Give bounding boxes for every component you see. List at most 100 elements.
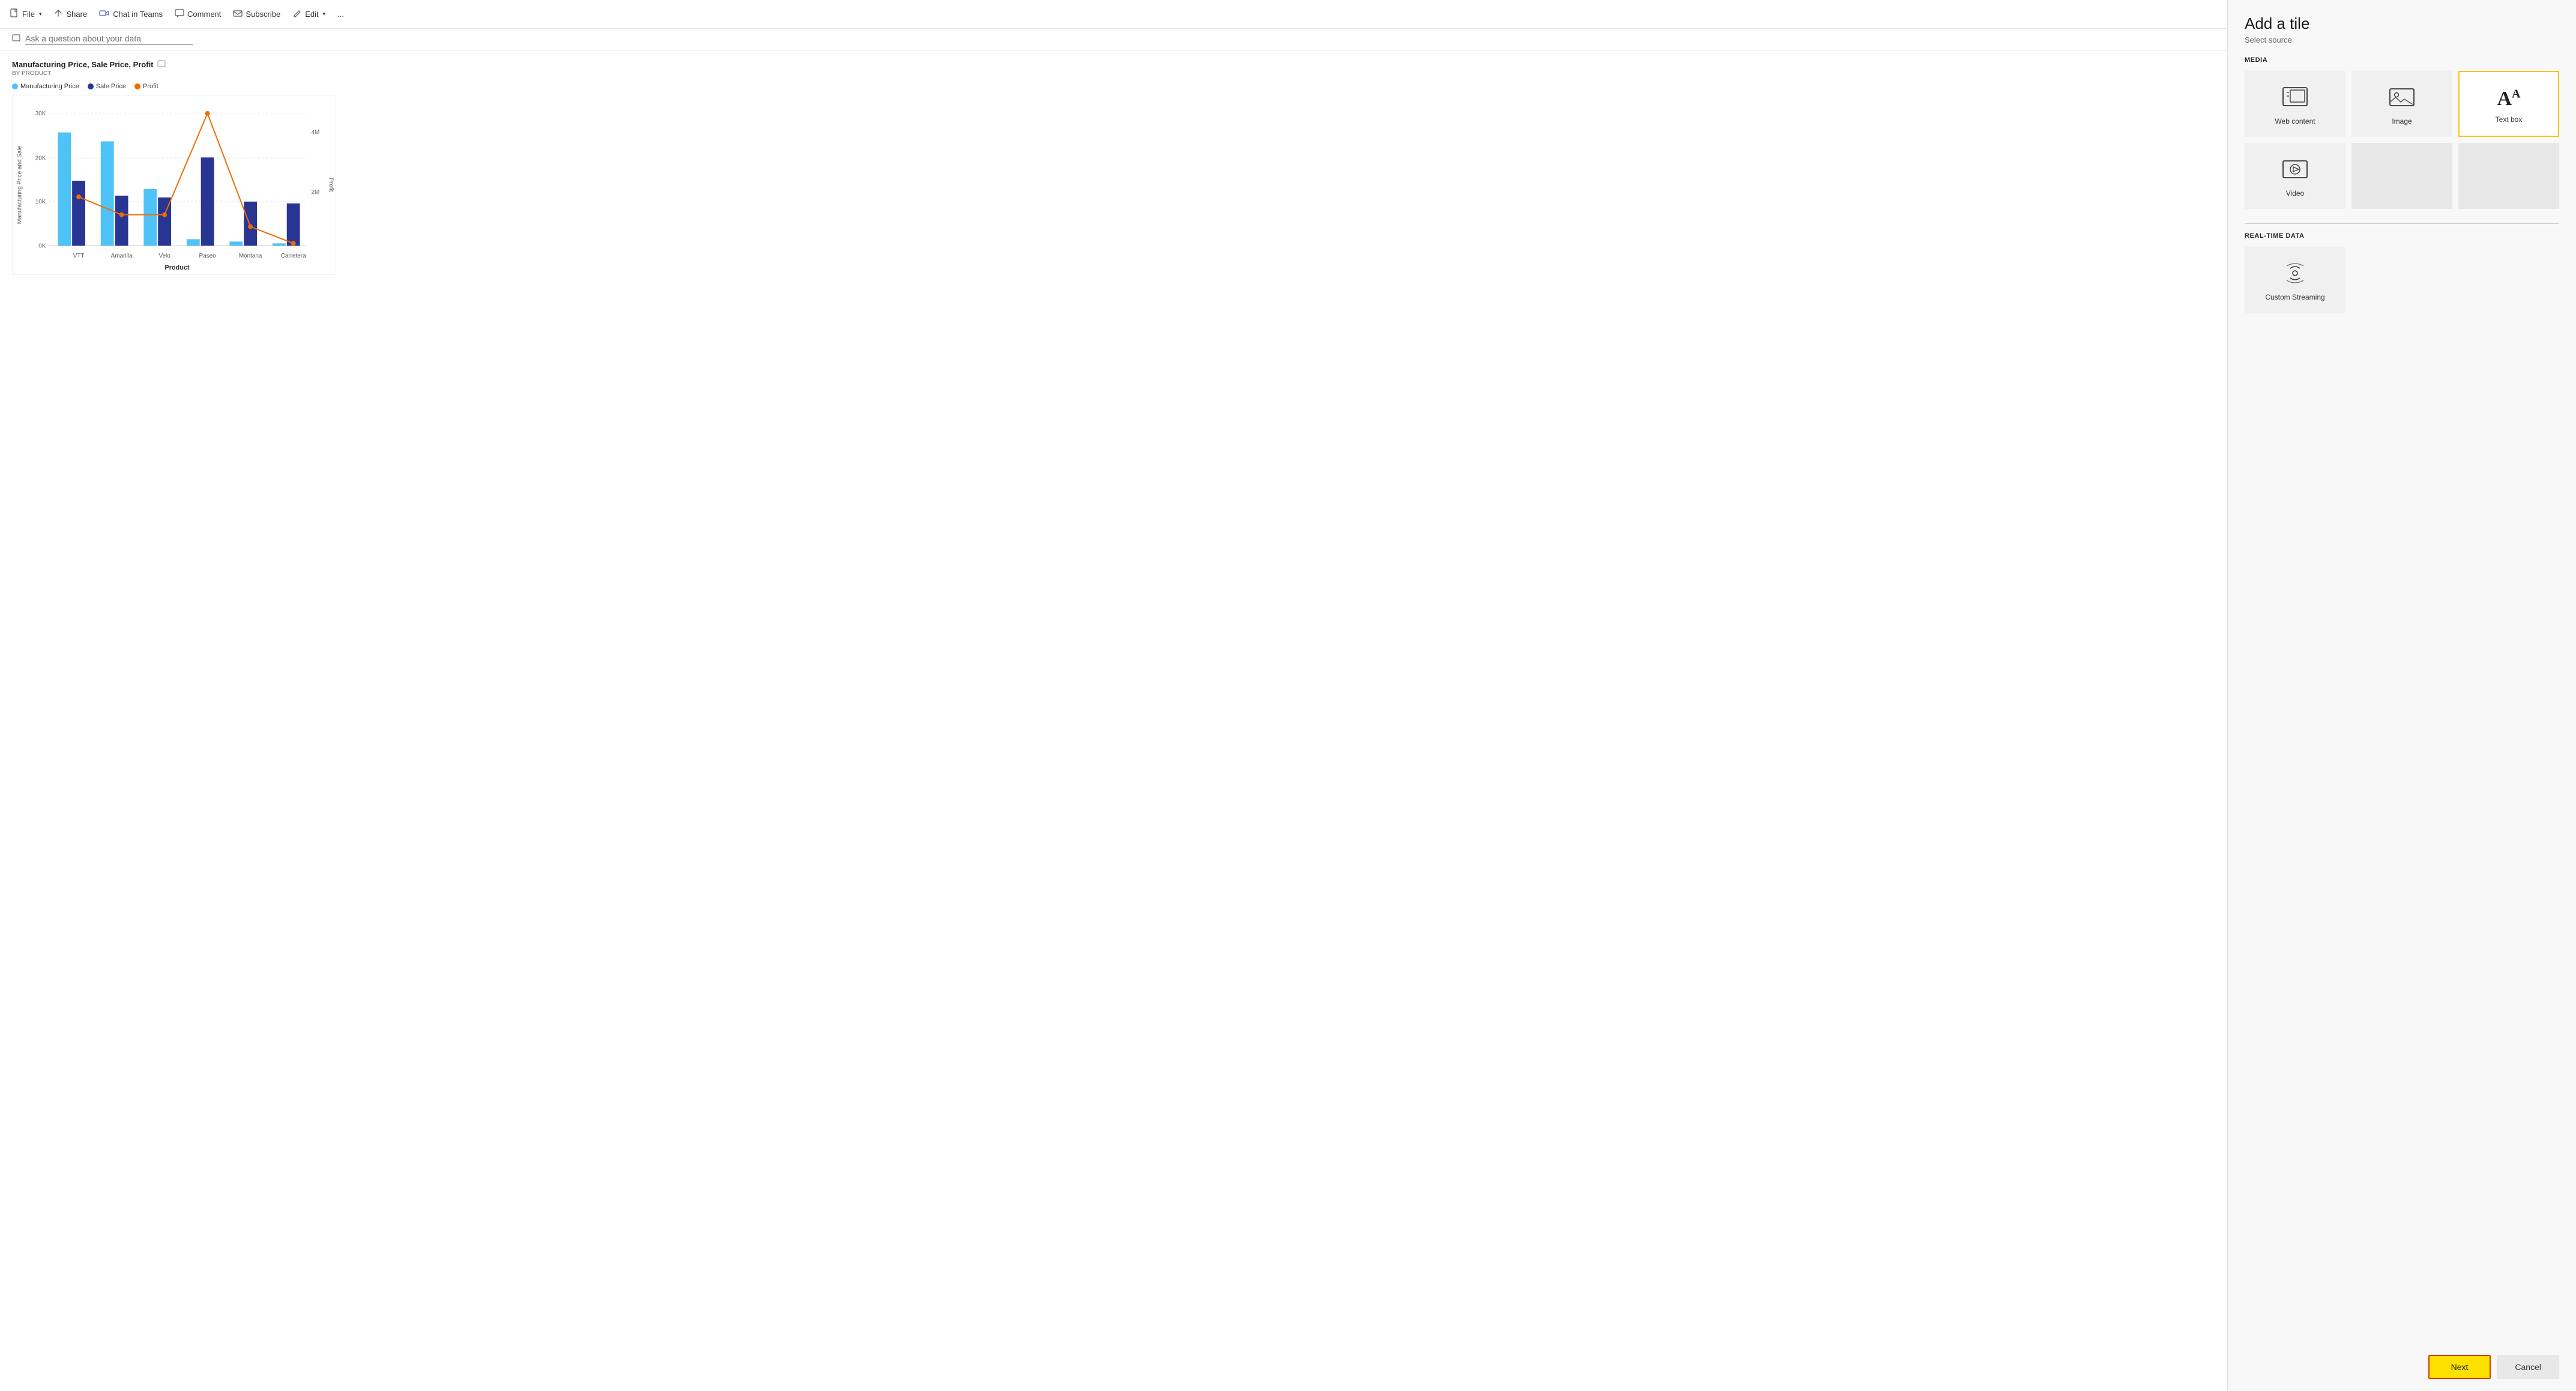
chart-title: Manufacturing Price, Sale Price, Profit bbox=[12, 60, 154, 69]
chart-area: Manufacturing Price, Sale Price, Profit … bbox=[0, 50, 2227, 1391]
tile-custom-streaming[interactable]: Custom Streaming bbox=[2245, 247, 2345, 313]
legend-sale: Sale Price bbox=[88, 83, 126, 90]
bar-montana-sale bbox=[244, 202, 257, 246]
teams-icon bbox=[99, 8, 110, 20]
edit-icon bbox=[292, 8, 302, 20]
chart-pin-icon bbox=[157, 60, 166, 70]
svg-text:Paseo: Paseo bbox=[199, 253, 217, 259]
section-divider bbox=[2245, 223, 2559, 224]
tile-text-box-label: Text box bbox=[2496, 115, 2523, 124]
realtime-section-label: REAL-TIME DATA bbox=[2245, 232, 2559, 240]
bar-paseo-mfg bbox=[187, 239, 200, 246]
video-icon bbox=[2282, 158, 2308, 183]
legend-dot-manufacturing bbox=[12, 83, 18, 89]
chat-in-teams-label: Chat in Teams bbox=[113, 10, 163, 19]
bar-velo-mfg bbox=[143, 189, 157, 246]
textbox-icon: AA bbox=[2497, 88, 2520, 109]
bar-paseo-sale bbox=[201, 157, 214, 246]
tile-web-content-label: Web content bbox=[2275, 117, 2315, 125]
svg-text:Product: Product bbox=[164, 264, 190, 271]
tile-video-label: Video bbox=[2286, 189, 2304, 198]
profit-point-velo bbox=[162, 213, 167, 217]
tile-custom-streaming-label: Custom Streaming bbox=[2265, 293, 2324, 301]
bottom-actions: Next Cancel bbox=[2245, 1345, 2559, 1379]
share-label: Share bbox=[66, 10, 87, 19]
next-button[interactable]: Next bbox=[2428, 1355, 2491, 1379]
bar-amarilla-sale bbox=[115, 196, 128, 246]
tile-video[interactable]: Video bbox=[2245, 143, 2345, 209]
qa-icon bbox=[12, 34, 20, 44]
tile-text-box[interactable]: AA Text box bbox=[2458, 71, 2559, 137]
chart-title-row: Manufacturing Price, Sale Price, Profit bbox=[12, 60, 2215, 70]
more-menu[interactable]: ... bbox=[337, 10, 344, 19]
chart-legend: Manufacturing Price Sale Price Profit bbox=[12, 83, 2215, 90]
svg-text:30K: 30K bbox=[35, 110, 46, 117]
legend-dot-profit bbox=[134, 83, 140, 89]
file-chevron: ▾ bbox=[39, 11, 42, 17]
bar-vtt-mfg bbox=[58, 133, 71, 246]
image-icon bbox=[2389, 86, 2415, 111]
more-label: ... bbox=[337, 10, 344, 19]
realtime-tiles: Custom Streaming bbox=[2245, 247, 2559, 313]
tile-web-content[interactable]: Web content bbox=[2245, 71, 2345, 137]
chart-container: 30K 20K 10K 0K 4M 2M Manufacturing Price… bbox=[12, 95, 336, 275]
svg-text:Profit: Profit bbox=[327, 178, 334, 192]
profit-point-carretera bbox=[291, 241, 296, 246]
svg-text:Amarilla: Amarilla bbox=[111, 253, 133, 259]
svg-text:VTT: VTT bbox=[73, 253, 85, 259]
svg-text:Montana: Montana bbox=[239, 253, 262, 259]
subscribe-label: Subscribe bbox=[246, 10, 280, 19]
right-panel: Add a tile Select source MEDIA Web conte… bbox=[2228, 0, 2576, 1391]
toolbar: File ▾ Share Chat in Teams Comment bbox=[0, 0, 2227, 29]
comment-icon bbox=[175, 8, 184, 20]
panel-title: Add a tile bbox=[2245, 14, 2559, 33]
edit-menu[interactable]: Edit ▾ bbox=[292, 8, 325, 20]
comment-label: Comment bbox=[187, 10, 221, 19]
media-tiles-row1: Web content Image AA Text box bbox=[2245, 71, 2559, 137]
qa-input[interactable] bbox=[25, 34, 193, 45]
tile-empty-2 bbox=[2458, 143, 2559, 209]
tile-empty-1 bbox=[2351, 143, 2452, 209]
bar-vtt-sale bbox=[72, 181, 85, 246]
svg-text:2M: 2M bbox=[311, 189, 319, 196]
svg-text:Velo: Velo bbox=[158, 253, 170, 259]
svg-text:Manufacturing Price and Sale: Manufacturing Price and Sale bbox=[17, 145, 23, 224]
legend-manufacturing: Manufacturing Price bbox=[12, 83, 79, 90]
tile-image[interactable]: Image bbox=[2351, 71, 2452, 137]
svg-text:Carretera: Carretera bbox=[281, 253, 306, 259]
profit-point-vtt bbox=[76, 195, 81, 199]
media-section-label: MEDIA bbox=[2245, 56, 2559, 64]
profit-point-montana bbox=[248, 225, 253, 229]
share-button[interactable]: Share bbox=[53, 8, 87, 20]
left-panel: File ▾ Share Chat in Teams Comment bbox=[0, 0, 2228, 1391]
qa-bar bbox=[0, 29, 2227, 50]
tile-image-label: Image bbox=[2392, 117, 2412, 125]
legend-label-profit: Profit bbox=[143, 83, 158, 90]
chart-subtitle: BY PRODUCT bbox=[12, 70, 2215, 77]
bar-carretera-sale bbox=[287, 204, 300, 246]
file-menu[interactable]: File ▾ bbox=[10, 8, 41, 20]
subscribe-icon bbox=[233, 8, 243, 20]
share-icon bbox=[53, 8, 63, 20]
panel-subtitle: Select source bbox=[2245, 35, 2559, 44]
bar-montana-mfg bbox=[229, 241, 243, 246]
svg-text:4M: 4M bbox=[311, 130, 319, 136]
file-icon bbox=[10, 8, 19, 20]
profit-point-amarilla bbox=[119, 213, 124, 217]
svg-text:0K: 0K bbox=[38, 243, 46, 249]
streaming-icon bbox=[2282, 262, 2308, 287]
comment-button[interactable]: Comment bbox=[175, 8, 221, 20]
edit-chevron: ▾ bbox=[323, 11, 326, 17]
subscribe-button[interactable]: Subscribe bbox=[233, 8, 280, 20]
edit-label: Edit bbox=[305, 10, 318, 19]
cancel-button[interactable]: Cancel bbox=[2497, 1355, 2559, 1379]
legend-label-sale: Sale Price bbox=[96, 83, 126, 90]
svg-text:20K: 20K bbox=[35, 155, 46, 161]
file-label: File bbox=[22, 10, 35, 19]
legend-label-manufacturing: Manufacturing Price bbox=[20, 83, 79, 90]
legend-dot-sale bbox=[88, 83, 94, 89]
chat-in-teams-button[interactable]: Chat in Teams bbox=[99, 8, 163, 20]
svg-text:10K: 10K bbox=[35, 199, 46, 205]
bar-amarilla-mfg bbox=[101, 141, 114, 246]
profit-point-paseo bbox=[205, 111, 210, 116]
